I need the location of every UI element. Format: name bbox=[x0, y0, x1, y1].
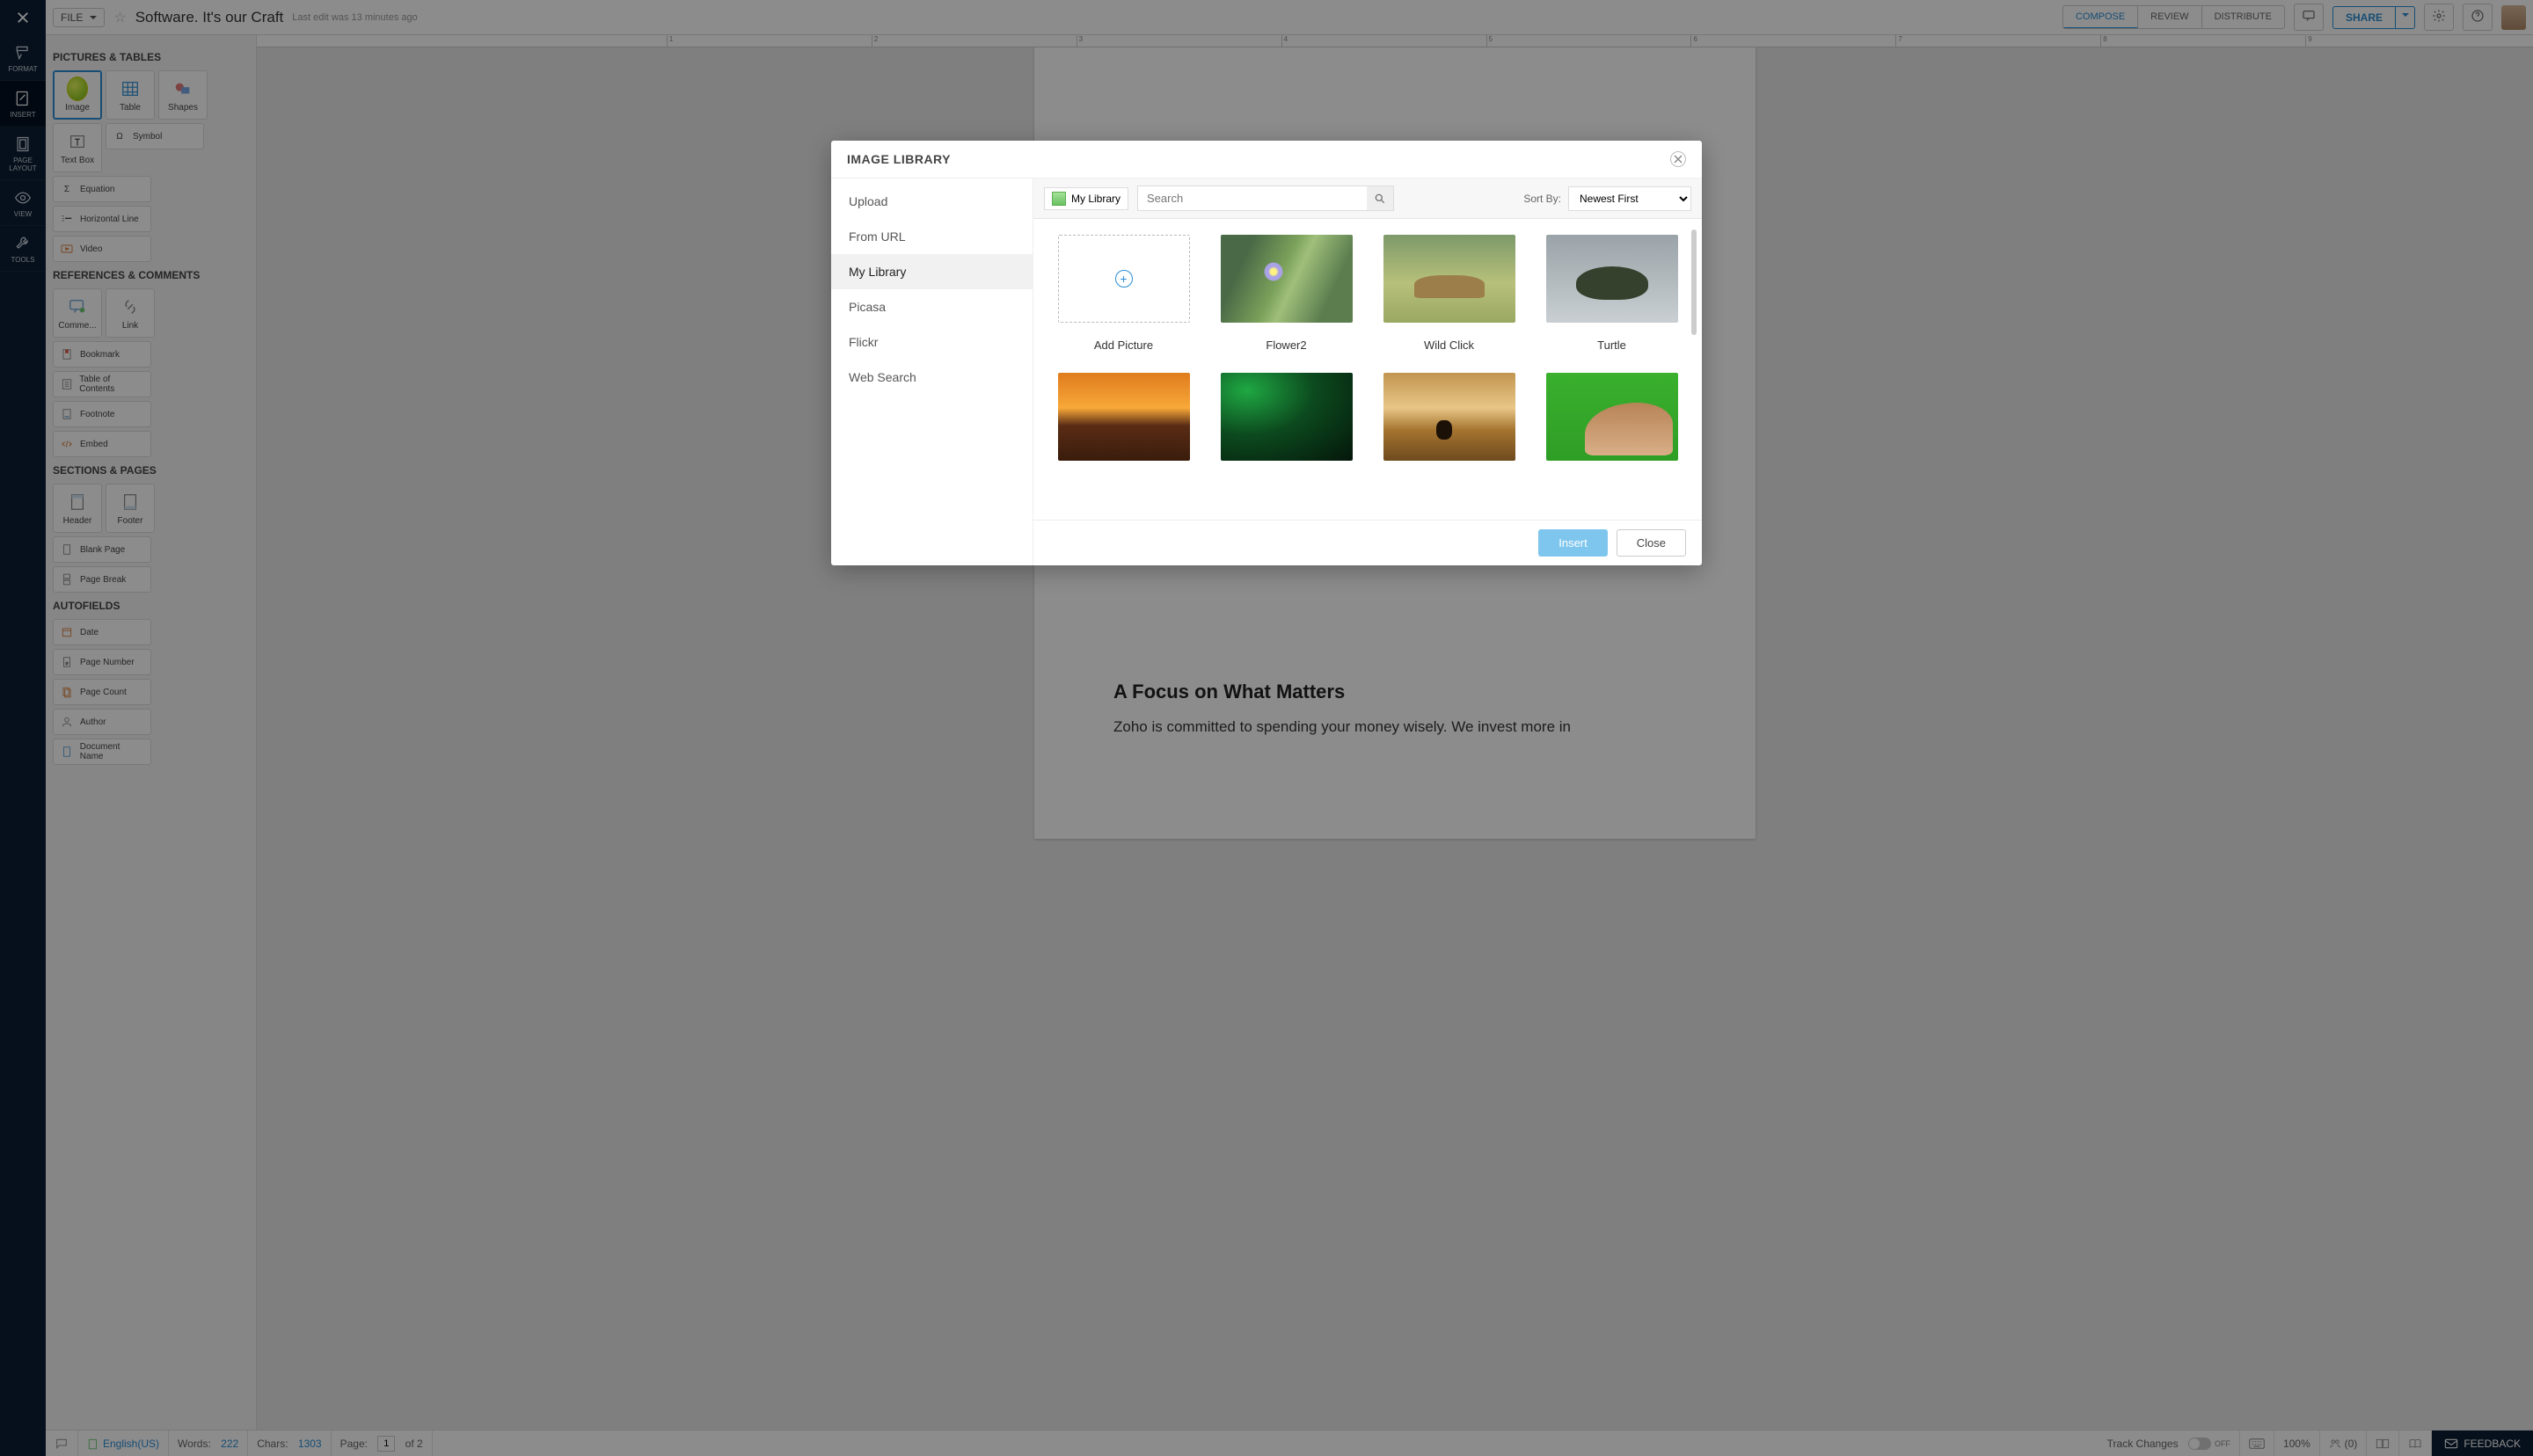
image-library-modal: IMAGE LIBRARY Upload From URL My Library… bbox=[831, 141, 1702, 565]
modal-nav: Upload From URL My Library Picasa Flickr… bbox=[831, 178, 1033, 565]
thumb-sunset bbox=[1058, 373, 1190, 461]
thumb-deer bbox=[1383, 373, 1515, 461]
add-picture-label: Add Picture bbox=[1094, 339, 1153, 352]
mnav-upload[interactable]: Upload bbox=[831, 184, 1033, 219]
thumb-squirrel bbox=[1546, 373, 1678, 461]
mnav-web-search[interactable]: Web Search bbox=[831, 360, 1033, 395]
search-input[interactable] bbox=[1138, 186, 1367, 210]
thumb-wild-click bbox=[1383, 235, 1515, 323]
mnav-my-library[interactable]: My Library bbox=[831, 254, 1033, 289]
search-button[interactable] bbox=[1367, 186, 1393, 210]
gallery-scrollbar[interactable] bbox=[1691, 226, 1700, 513]
gallery-item-turtle[interactable]: Turtle bbox=[1543, 235, 1681, 352]
gallery-item-deer[interactable] bbox=[1380, 373, 1518, 461]
picture-icon bbox=[1052, 192, 1066, 206]
modal-title: IMAGE LIBRARY bbox=[847, 152, 951, 166]
sort-by-select[interactable]: Newest First bbox=[1568, 186, 1691, 211]
close-button[interactable]: Close bbox=[1617, 529, 1686, 557]
mnav-picasa[interactable]: Picasa bbox=[831, 289, 1033, 324]
add-picture-tile[interactable]: + Add Picture bbox=[1055, 235, 1193, 352]
mnav-flickr[interactable]: Flickr bbox=[831, 324, 1033, 360]
thumb-turtle bbox=[1546, 235, 1678, 323]
gallery-item-wild-click[interactable]: Wild Click bbox=[1380, 235, 1518, 352]
gallery-item-squirrel[interactable] bbox=[1543, 373, 1681, 461]
sort-by-label: Sort By: bbox=[1523, 193, 1561, 205]
thumb-fern bbox=[1221, 373, 1353, 461]
modal-close-button[interactable] bbox=[1670, 151, 1686, 167]
modal-overlay[interactable]: IMAGE LIBRARY Upload From URL My Library… bbox=[0, 0, 2533, 1456]
breadcrumb[interactable]: My Library bbox=[1044, 187, 1128, 210]
mnav-from-url[interactable]: From URL bbox=[831, 219, 1033, 254]
insert-button[interactable]: Insert bbox=[1538, 529, 1608, 557]
modal-search bbox=[1137, 186, 1394, 211]
gallery-item-fern[interactable] bbox=[1217, 373, 1355, 461]
thumb-flower2 bbox=[1221, 235, 1353, 323]
modal-toolbar: My Library Sort By: Newest First bbox=[1033, 178, 1702, 219]
plus-icon: + bbox=[1115, 270, 1133, 288]
gallery-item-sunset[interactable] bbox=[1055, 373, 1193, 461]
modal-gallery[interactable]: + Add Picture Flower2 Wild Click bbox=[1033, 219, 1702, 520]
gallery-item-flower2[interactable]: Flower2 bbox=[1217, 235, 1355, 352]
